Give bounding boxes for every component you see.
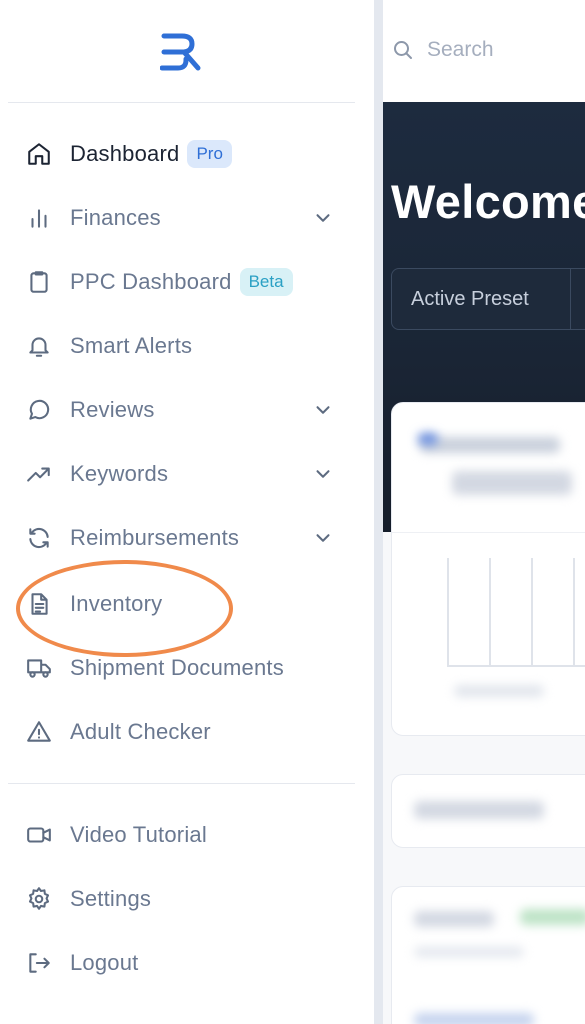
clipboard-icon xyxy=(22,265,56,299)
sidebar-item-label: Inventory xyxy=(70,591,163,616)
sidebar-item-label: Keywords xyxy=(70,461,169,486)
beta-badge: Beta xyxy=(239,268,293,296)
sidebar-item-label: Settings xyxy=(70,886,152,911)
blurred-text xyxy=(414,911,494,927)
summary-card xyxy=(391,774,585,848)
alert-triangle-icon xyxy=(22,715,56,749)
trending-up-icon xyxy=(22,457,56,491)
search-icon xyxy=(391,38,415,62)
brand-logo[interactable] xyxy=(160,32,204,72)
sidebar-divider-top xyxy=(8,102,355,103)
sidebar: Dashboard Pro Finances PPC Dashboard Bet… xyxy=(0,0,374,1024)
blurred-text xyxy=(414,947,524,957)
chevron-down-icon[interactable] xyxy=(312,399,334,421)
blurred-text xyxy=(414,1013,534,1024)
sidebar-item-dashboard[interactable]: Dashboard Pro xyxy=(22,134,352,174)
chevron-down-icon[interactable] xyxy=(312,527,334,549)
gear-icon xyxy=(22,882,56,916)
sidebar-item-finances[interactable]: Finances xyxy=(22,198,352,238)
orders-card xyxy=(391,886,585,1024)
top-bar xyxy=(383,0,585,102)
preset-separator xyxy=(570,269,571,329)
bar-chart-icon xyxy=(22,201,56,235)
chart-baseline xyxy=(447,665,585,667)
chart-card-header xyxy=(392,403,585,533)
welcome-heading: Welcome xyxy=(391,175,585,228)
chart-gridline xyxy=(531,558,533,666)
sidebar-item-shipment-documents[interactable]: Shipment Documents xyxy=(22,648,352,688)
blurred-value xyxy=(452,471,572,495)
sidebar-divider-bottom xyxy=(8,783,355,784)
sidebar-item-label: Adult Checker xyxy=(70,719,211,744)
blurred-badge xyxy=(520,909,585,925)
blurred-text xyxy=(414,801,544,819)
sidebar-item-smart-alerts[interactable]: Smart Alerts xyxy=(22,326,352,366)
sidebar-item-settings[interactable]: Settings xyxy=(22,879,352,919)
video-icon xyxy=(22,818,56,852)
sidebar-resize-handle[interactable] xyxy=(374,0,383,1024)
chevron-down-icon[interactable] xyxy=(312,463,334,485)
sidebar-item-label: Logout xyxy=(70,950,139,975)
message-circle-icon xyxy=(22,393,56,427)
sidebar-item-keywords[interactable]: Keywords xyxy=(22,454,352,494)
blurred-accent xyxy=(418,433,438,445)
sidebar-item-inventory[interactable]: Inventory xyxy=(22,584,352,624)
sidebar-item-label: PPC Dashboard xyxy=(70,269,232,294)
sidebar-item-reimbursements[interactable]: Reimbursements xyxy=(22,518,352,558)
sidebar-item-adult-checker[interactable]: Adult Checker xyxy=(22,712,352,752)
logout-icon xyxy=(22,946,56,980)
chart-gridline xyxy=(573,558,575,666)
active-preset-button[interactable]: Active Preset xyxy=(391,268,585,330)
active-preset-label: Active Preset xyxy=(411,287,529,310)
home-icon xyxy=(22,137,56,171)
chart-card xyxy=(391,402,585,736)
sidebar-item-video-tutorial[interactable]: Video Tutorial xyxy=(22,815,352,855)
sidebar-item-label: Video Tutorial xyxy=(70,822,207,847)
sidebar-item-logout[interactable]: Logout xyxy=(22,943,352,983)
pro-badge: Pro xyxy=(187,140,232,168)
sidebar-item-label: Reimbursements xyxy=(70,525,240,550)
search-input[interactable] xyxy=(427,34,577,66)
chart-gridline xyxy=(489,558,491,666)
sidebar-item-label: Smart Alerts xyxy=(70,333,193,358)
sidebar-item-ppc-dashboard[interactable]: PPC Dashboard Beta xyxy=(22,262,352,302)
main-content: Welcome Active Preset xyxy=(383,0,585,1024)
truck-icon xyxy=(22,651,56,685)
sidebar-item-label: Reviews xyxy=(70,397,155,422)
file-text-icon xyxy=(22,587,56,621)
refresh-icon xyxy=(22,521,56,555)
chevron-down-icon[interactable] xyxy=(312,207,334,229)
sidebar-item-label: Finances xyxy=(70,205,161,230)
bell-icon xyxy=(22,329,56,363)
blurred-title xyxy=(420,437,560,453)
sidebar-item-label: Dashboard xyxy=(70,141,180,166)
sidebar-item-label: Shipment Documents xyxy=(70,655,284,680)
blurred-caption xyxy=(454,685,544,697)
chart-gridline xyxy=(447,558,449,666)
sidebar-item-reviews[interactable]: Reviews xyxy=(22,390,352,430)
